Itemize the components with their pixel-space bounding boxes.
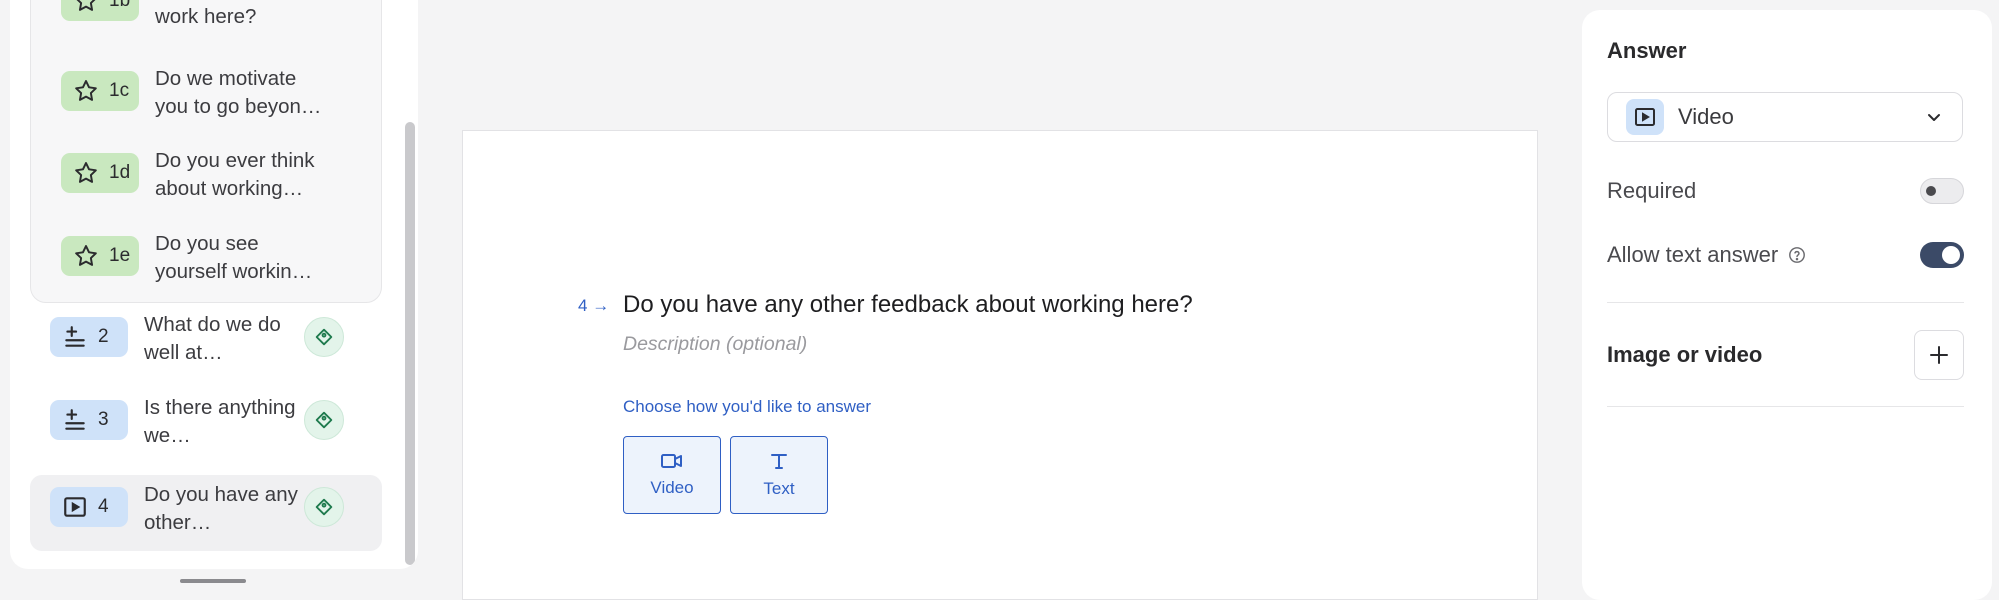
list-item[interactable]: 2 What do we do well at… [30, 305, 382, 381]
video-answer-label: Video [650, 478, 694, 497]
divider [1607, 406, 1964, 407]
question-title[interactable]: Do you have any other feedback about wor… [623, 291, 1193, 319]
star-icon [75, 80, 97, 101]
question-text: Are you proud to work here? [155, 5, 257, 28]
allow-text-row: Allow text answer [1607, 242, 1964, 268]
question-badge: 4 [50, 487, 128, 527]
video-play-icon [64, 497, 86, 517]
list-item[interactable]: 1c Do we motivate you to go beyon… [61, 67, 335, 121]
question-number-arrow: 4 → [578, 296, 610, 315]
question-number: 4 [98, 496, 109, 517]
image-video-row: Image or video [1607, 330, 1964, 380]
question-badge: 1c [61, 71, 139, 111]
list-item[interactable]: 3 Is there anything we… [30, 388, 382, 464]
star-icon [75, 162, 97, 183]
star-icon [75, 245, 97, 266]
question-number: 1d [109, 162, 131, 183]
required-row: Required [1607, 178, 1964, 204]
question-text: What do we do well at… [144, 313, 281, 364]
question-text: Do you have any other… [144, 483, 298, 534]
question-badge: 3 [50, 400, 128, 440]
question-text: Do you see yourself workin… [155, 232, 313, 283]
question-number: 2 [98, 326, 109, 347]
help-icon[interactable] [1788, 246, 1806, 264]
video-answer-button[interactable]: Video [623, 436, 721, 514]
question-text: Is there anything we… [144, 396, 296, 447]
question-number: 3 [98, 409, 109, 430]
star-icon [76, 0, 96, 11]
diamond-icon [304, 400, 344, 440]
divider [1607, 302, 1964, 303]
sidebar-scrollbar[interactable] [405, 122, 415, 565]
text-answer-label: Text [763, 479, 795, 498]
allow-text-toggle[interactable] [1920, 242, 1964, 268]
question-badge: 1e [61, 236, 139, 276]
question-badge: 1d [61, 153, 139, 193]
question-sidebar: 1b Are you proud to work here? 1c Do we … [10, 0, 418, 569]
answer-type-value: Video [1678, 104, 1734, 129]
answer-settings-panel: Answer Video Required Allow text answer … [1582, 10, 1992, 600]
question-group-1: 1b Are you proud to work here? 1c Do we … [30, 0, 382, 303]
list-item[interactable]: 1b Are you proud to work here? [61, 0, 335, 31]
video-camera-icon [661, 454, 682, 468]
text-answer-button[interactable]: Text [730, 436, 828, 514]
plus-icon [1930, 346, 1948, 364]
question-number: 1c [109, 80, 130, 101]
list-item[interactable]: 1d Do you ever think about working… [61, 149, 335, 203]
plus-minus-icon [65, 409, 85, 430]
plus-minus-icon [65, 326, 85, 347]
home-indicator [180, 579, 246, 583]
add-media-button[interactable] [1914, 330, 1964, 380]
question-number: 1e [109, 245, 131, 266]
description-field[interactable]: Description (optional) [623, 333, 807, 356]
text-icon [771, 454, 787, 469]
question-text: Do you ever think about working… [155, 149, 315, 200]
question-number: 1b [109, 0, 131, 11]
answer-type-select[interactable]: Video [1607, 92, 1963, 142]
required-toggle[interactable] [1920, 178, 1964, 204]
list-item[interactable]: 1e Do you see yourself workin… [61, 232, 335, 286]
required-label: Required [1607, 178, 1697, 203]
image-video-label: Image or video [1607, 342, 1763, 367]
diamond-icon [304, 487, 344, 527]
video-play-icon [1626, 99, 1664, 135]
question-badge: 1b [61, 0, 139, 21]
list-item-active[interactable]: 4 Do you have any other… [30, 475, 382, 551]
answer-label: Answer [1607, 38, 1687, 63]
answer-choice-prompt: Choose how you'd like to answer [623, 397, 871, 416]
question-canvas: 4 → Do you have any other feedback about… [462, 130, 1538, 600]
question-text: Do we motivate you to go beyon… [155, 67, 322, 118]
diamond-icon [304, 317, 344, 357]
allow-text-label-wrap: Allow text answer [1607, 242, 1806, 268]
question-badge: 2 [50, 317, 128, 357]
chevron-down-icon [1928, 114, 1940, 121]
allow-text-label: Allow text answer [1607, 242, 1779, 267]
